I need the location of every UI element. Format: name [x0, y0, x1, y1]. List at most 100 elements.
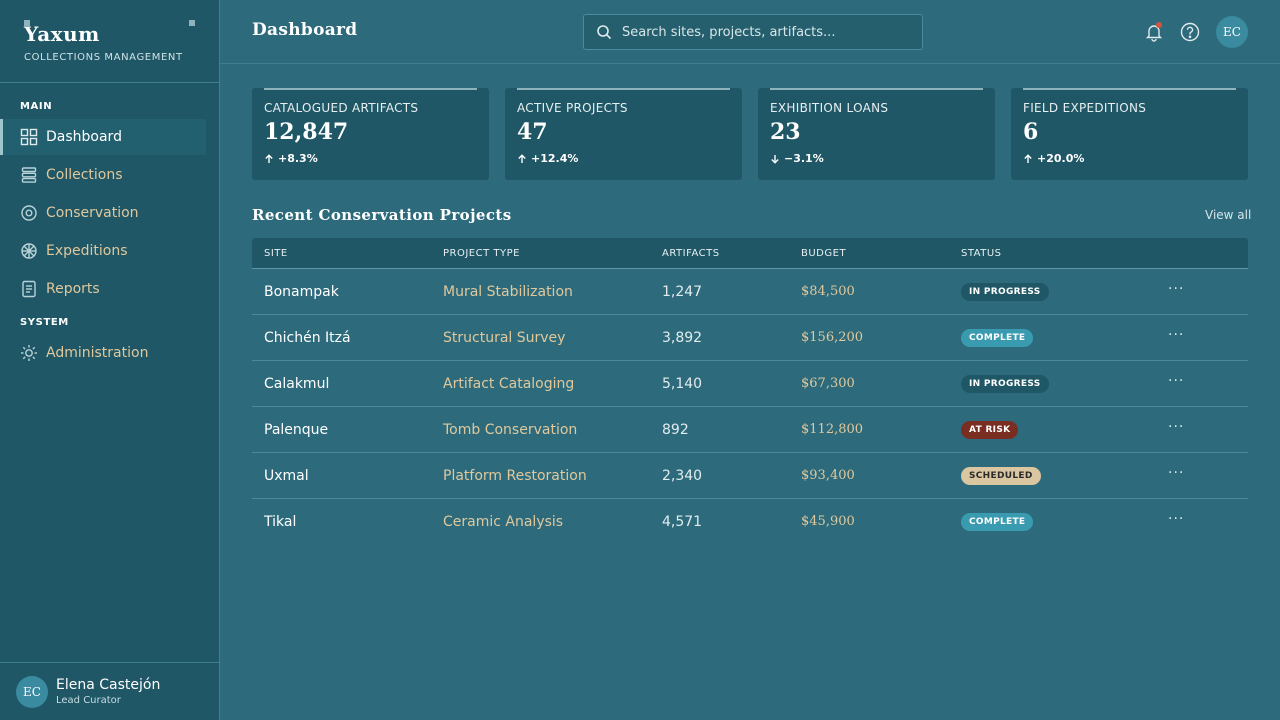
stat-label: EXHIBITION LOANS — [770, 101, 889, 115]
column-header-budget[interactable]: BUDGET — [801, 248, 846, 259]
sidebar-item-label: Expeditions — [46, 243, 128, 259]
help-button[interactable] — [1178, 20, 1202, 44]
page-title: Dashboard — [252, 20, 358, 40]
cell-site: Uxmal — [264, 468, 309, 484]
status-badge: IN PROGRESS — [961, 375, 1049, 393]
more-actions-button[interactable]: ··· — [1168, 511, 1184, 527]
arrow-up-icon — [265, 153, 273, 163]
table-row[interactable]: Calakmul Artifact Cataloging 5,140 $67,3… — [252, 361, 1248, 407]
stat-trend-value: +8.3% — [278, 152, 318, 165]
cell-type: Platform Restoration — [443, 468, 587, 484]
stat-trend: +12.4% — [517, 152, 578, 165]
card-accent-bar — [264, 88, 477, 90]
more-actions-button[interactable]: ··· — [1168, 327, 1184, 343]
help-icon — [1180, 22, 1200, 42]
sidebar-item-conservation[interactable]: Conservation — [0, 195, 206, 231]
sidebar-item-label: Administration — [46, 345, 149, 361]
view-all-link[interactable]: View all — [1205, 208, 1251, 222]
brand-name: Yaxum — [24, 22, 100, 46]
stat-card-artifacts[interactable]: CATALOGUED ARTIFACTS 12,847 +8.3% — [252, 88, 489, 180]
arrow-up-icon — [518, 153, 526, 163]
section-title: Recent Conservation Projects — [252, 206, 512, 224]
cell-artifacts: 5,140 — [662, 376, 703, 392]
top-bar: Dashboard EC — [220, 0, 1280, 64]
stat-value: 6 — [1023, 119, 1039, 145]
user-name: Elena Castejón — [56, 677, 161, 693]
status-badge: SCHEDULED — [961, 467, 1041, 485]
layers-icon — [20, 166, 38, 184]
user-profile[interactable]: EC Elena Castejón Lead Curator — [0, 662, 219, 720]
stat-card-expeditions[interactable]: FIELD EXPEDITIONS 6 +20.0% — [1011, 88, 1248, 180]
stat-value: 47 — [517, 119, 548, 145]
avatar: EC — [16, 676, 48, 708]
column-header-site[interactable]: SITE — [264, 248, 288, 259]
search-icon — [597, 25, 612, 40]
brand[interactable]: Yaxum COLLECTIONS MANAGEMENT — [24, 22, 183, 63]
table-row[interactable]: Tikal Ceramic Analysis 4,571 $45,900 COM… — [252, 499, 1248, 545]
stat-label: ACTIVE PROJECTS — [517, 101, 628, 115]
cell-type: Tomb Conservation — [443, 422, 578, 438]
column-header-artifacts[interactable]: ARTIFACTS — [662, 248, 720, 259]
cell-artifacts: 1,247 — [662, 284, 703, 300]
sun-gear-icon — [20, 344, 38, 362]
search-box[interactable] — [583, 14, 923, 50]
column-header-status[interactable]: STATUS — [961, 248, 1002, 259]
more-actions-button[interactable]: ··· — [1168, 281, 1184, 297]
card-accent-bar — [770, 88, 983, 90]
document-icon — [20, 280, 38, 298]
sidebar-item-expeditions[interactable]: Expeditions — [0, 233, 206, 269]
stat-value: 12,847 — [264, 119, 349, 145]
more-actions-button[interactable]: ··· — [1168, 373, 1184, 389]
sidebar-item-administration[interactable]: Administration — [0, 335, 206, 371]
table-row[interactable]: Chichén Itzá Structural Survey 3,892 $15… — [252, 315, 1248, 361]
column-header-type[interactable]: PROJECT TYPE — [443, 248, 520, 259]
table-row[interactable]: Palenque Tomb Conservation 892 $112,800 … — [252, 407, 1248, 453]
status-badge: IN PROGRESS — [961, 283, 1049, 301]
sidebar-item-dashboard[interactable]: Dashboard — [0, 119, 206, 155]
stat-trend: −3.1% — [770, 152, 824, 165]
header-avatar[interactable]: EC — [1216, 16, 1248, 48]
nav-section-system: SYSTEM — [20, 317, 69, 328]
cell-site: Palenque — [264, 422, 329, 438]
compass-icon — [20, 242, 38, 260]
status-badge: AT RISK — [961, 421, 1019, 439]
cell-budget: $156,200 — [801, 330, 864, 345]
cell-type: Mural Stabilization — [443, 284, 573, 300]
table-row[interactable]: Bonampak Mural Stabilization 1,247 $84,5… — [252, 269, 1248, 315]
stat-card-loans[interactable]: EXHIBITION LOANS 23 −3.1% — [758, 88, 995, 180]
sidebar-item-reports[interactable]: Reports — [0, 271, 206, 307]
cell-site: Bonampak — [264, 284, 339, 300]
nav-section-main: MAIN — [20, 101, 53, 112]
stat-trend-value: +12.4% — [531, 152, 579, 165]
sidebar-item-collections[interactable]: Collections — [0, 157, 206, 193]
status-badge: COMPLETE — [961, 329, 1034, 347]
stat-trend-value: −3.1% — [784, 152, 824, 165]
sidebar-collapse-handle[interactable] — [189, 20, 195, 26]
notifications-button[interactable] — [1142, 20, 1166, 44]
table-row[interactable]: Uxmal Platform Restoration 2,340 $93,400… — [252, 453, 1248, 499]
cell-type: Artifact Cataloging — [443, 376, 575, 392]
notification-dot — [1156, 22, 1162, 28]
arrow-up-icon — [1024, 153, 1032, 163]
cell-artifacts: 2,340 — [662, 468, 703, 484]
cell-budget: $112,800 — [801, 422, 864, 437]
arrow-down-icon — [771, 154, 779, 164]
divider — [0, 82, 219, 83]
cell-type: Structural Survey — [443, 330, 566, 346]
table-header: SITE PROJECT TYPE ARTIFACTS BUDGET STATU… — [252, 238, 1248, 269]
stat-card-projects[interactable]: ACTIVE PROJECTS 47 +12.4% — [505, 88, 742, 180]
cell-artifacts: 3,892 — [662, 330, 703, 346]
sidebar-item-label: Reports — [46, 281, 100, 297]
stat-label: FIELD EXPEDITIONS — [1023, 101, 1147, 115]
user-role: Lead Curator — [56, 695, 121, 706]
stat-trend: +20.0% — [1023, 152, 1084, 165]
status-badge: COMPLETE — [961, 513, 1034, 531]
more-actions-button[interactable]: ··· — [1168, 419, 1184, 435]
stat-label: CATALOGUED ARTIFACTS — [264, 101, 419, 115]
sidebar-item-label: Collections — [46, 167, 123, 183]
search-input[interactable] — [622, 24, 912, 40]
cell-budget: $93,400 — [801, 468, 855, 483]
cell-budget: $84,500 — [801, 284, 855, 299]
more-actions-button[interactable]: ··· — [1168, 465, 1184, 481]
cell-budget: $67,300 — [801, 376, 855, 391]
